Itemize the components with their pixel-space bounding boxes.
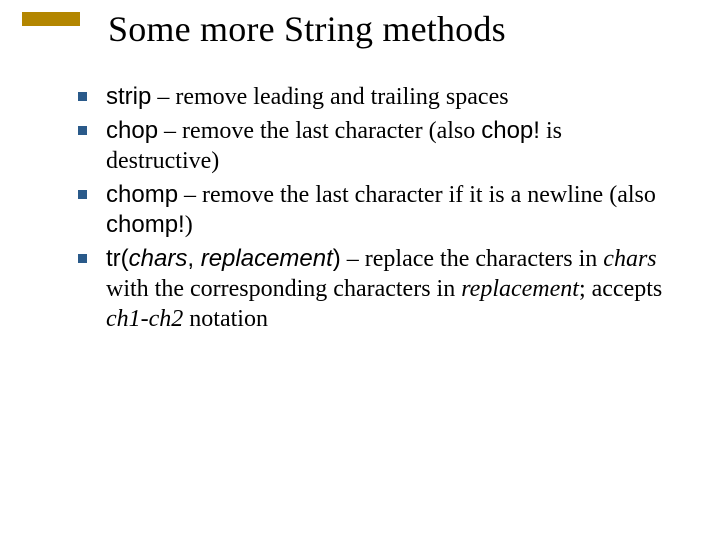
arg-sep: , xyxy=(187,245,200,272)
method-name: tr xyxy=(106,245,121,272)
item-text: – remove the last character (also xyxy=(158,118,481,144)
slide: Some more String methods strip – remove … xyxy=(0,0,720,540)
item-text: – remove leading and trailing spaces xyxy=(151,84,508,110)
bullet-list: strip – remove leading and trailing spac… xyxy=(78,82,678,338)
sig-paren: ( xyxy=(121,245,129,272)
arg-name: chars xyxy=(129,245,188,272)
method-name: chomp xyxy=(106,181,178,208)
list-item: strip – remove leading and trailing spac… xyxy=(78,82,678,112)
method-name: strip xyxy=(106,83,151,110)
square-bullet-icon xyxy=(78,190,87,199)
method-name: chomp! xyxy=(106,211,185,238)
method-name: chop xyxy=(106,117,158,144)
item-text: notation xyxy=(183,306,268,332)
list-item: chomp – remove the last character if it … xyxy=(78,180,678,240)
slide-title: Some more String methods xyxy=(108,8,506,50)
method-name: chop! xyxy=(481,117,540,144)
arg-ref: chars xyxy=(603,246,656,272)
arg-name: replacement xyxy=(201,245,333,272)
notation-ref: ch1-ch2 xyxy=(106,306,183,332)
square-bullet-icon xyxy=(78,254,87,263)
item-text: – remove the last character if it is a n… xyxy=(178,182,656,208)
item-text: ; accepts xyxy=(579,276,662,302)
list-item: tr(chars, replacement) – replace the cha… xyxy=(78,244,678,334)
sig-paren: ) xyxy=(333,245,341,272)
arg-ref: replacement xyxy=(461,276,579,302)
accent-bar xyxy=(22,12,80,26)
item-text: ) xyxy=(185,212,193,238)
square-bullet-icon xyxy=(78,92,87,101)
square-bullet-icon xyxy=(78,126,87,135)
item-text: with the corresponding characters in xyxy=(106,276,461,302)
item-text: – replace the characters in xyxy=(341,246,604,272)
list-item: chop – remove the last character (also c… xyxy=(78,116,678,176)
